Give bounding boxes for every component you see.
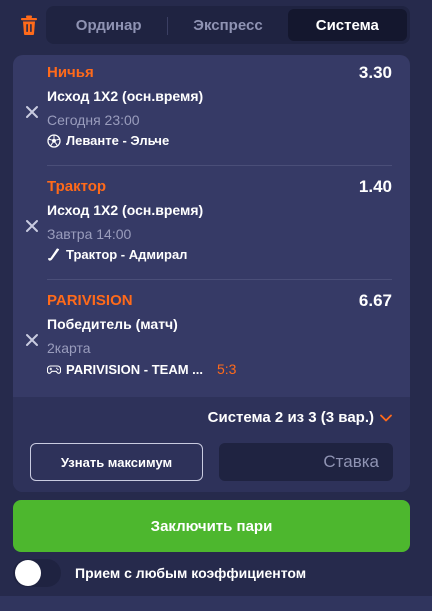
divider — [47, 279, 392, 280]
bet-item: Ничья 3.30 Исход 1X2 (осн.время) Сегодня… — [13, 55, 410, 169]
bet-match: Трактор - Адмирал — [47, 247, 187, 262]
system-type-label: Система 2 из 3 (3 вар.) — [207, 409, 374, 426]
trash-icon[interactable] — [20, 15, 38, 35]
bet-time: Сегодня 23:00 — [47, 112, 140, 128]
bet-time: Завтра 14:00 — [47, 226, 132, 242]
header: Ординар Экспресс Система — [0, 0, 432, 52]
match-name: Леванте - Эльче — [66, 133, 170, 148]
bet-odds: 6.67 — [358, 291, 392, 310]
bet-type-tabs: Ординар Экспресс Система — [46, 6, 410, 44]
system-panel: Система 2 из 3 (3 вар.) Узнать максимум — [13, 397, 410, 492]
find-max-button[interactable]: Узнать максимум — [30, 443, 203, 481]
accept-any-odds-label: Прием с любым коэффициентом — [75, 565, 307, 581]
bet-market: Исход 1X2 (осн.время) — [47, 88, 204, 104]
hockey-stick-icon — [48, 247, 60, 261]
divider — [47, 165, 392, 166]
close-icon[interactable] — [25, 219, 39, 233]
bet-selection: Ничья — [47, 64, 94, 81]
tab-system[interactable]: Система — [287, 9, 407, 41]
soccer-ball-icon — [47, 133, 61, 148]
bet-slip-card: Ничья 3.30 Исход 1X2 (осн.время) Сегодня… — [13, 55, 410, 492]
tab-express[interactable]: Экспресс — [168, 9, 287, 41]
accept-any-odds-toggle[interactable] — [13, 559, 61, 587]
bet-market: Исход 1X2 (осн.время) — [47, 202, 204, 218]
toggle-knob — [15, 560, 41, 586]
bottom-bar — [0, 596, 432, 611]
match-score: 5:3 — [217, 361, 237, 377]
bet-selection: Трактор — [47, 178, 107, 195]
gamepad-icon — [47, 365, 61, 374]
bet-odds: 1.40 — [358, 177, 392, 196]
match-name: PARIVISION - TEAM ... — [66, 361, 203, 377]
bet-item: Трактор 1.40 Исход 1X2 (осн.время) Завтр… — [13, 169, 410, 283]
bet-odds: 3.30 — [358, 63, 392, 82]
bet-selection: PARIVISION — [47, 292, 133, 309]
system-type-select[interactable]: Система 2 из 3 (3 вар.) — [208, 409, 392, 426]
stake-input[interactable] — [219, 443, 393, 481]
close-icon[interactable] — [25, 333, 39, 347]
bet-match: Леванте - Эльче — [47, 133, 169, 148]
bet-item: PARIVISION 6.67 Победитель (матч) 2карта… — [13, 283, 410, 397]
tab-single[interactable]: Ординар — [49, 9, 169, 41]
bet-market: Победитель (матч) — [47, 316, 178, 332]
match-name: Трактор - Адмирал — [66, 247, 188, 262]
place-bet-button[interactable]: Заключить пари — [13, 500, 410, 552]
bet-time: 2карта — [47, 340, 91, 356]
bet-match: PARIVISION - TEAM ... 5:3 — [47, 361, 236, 377]
close-icon[interactable] — [25, 105, 39, 119]
chevron-down-icon — [380, 414, 392, 421]
